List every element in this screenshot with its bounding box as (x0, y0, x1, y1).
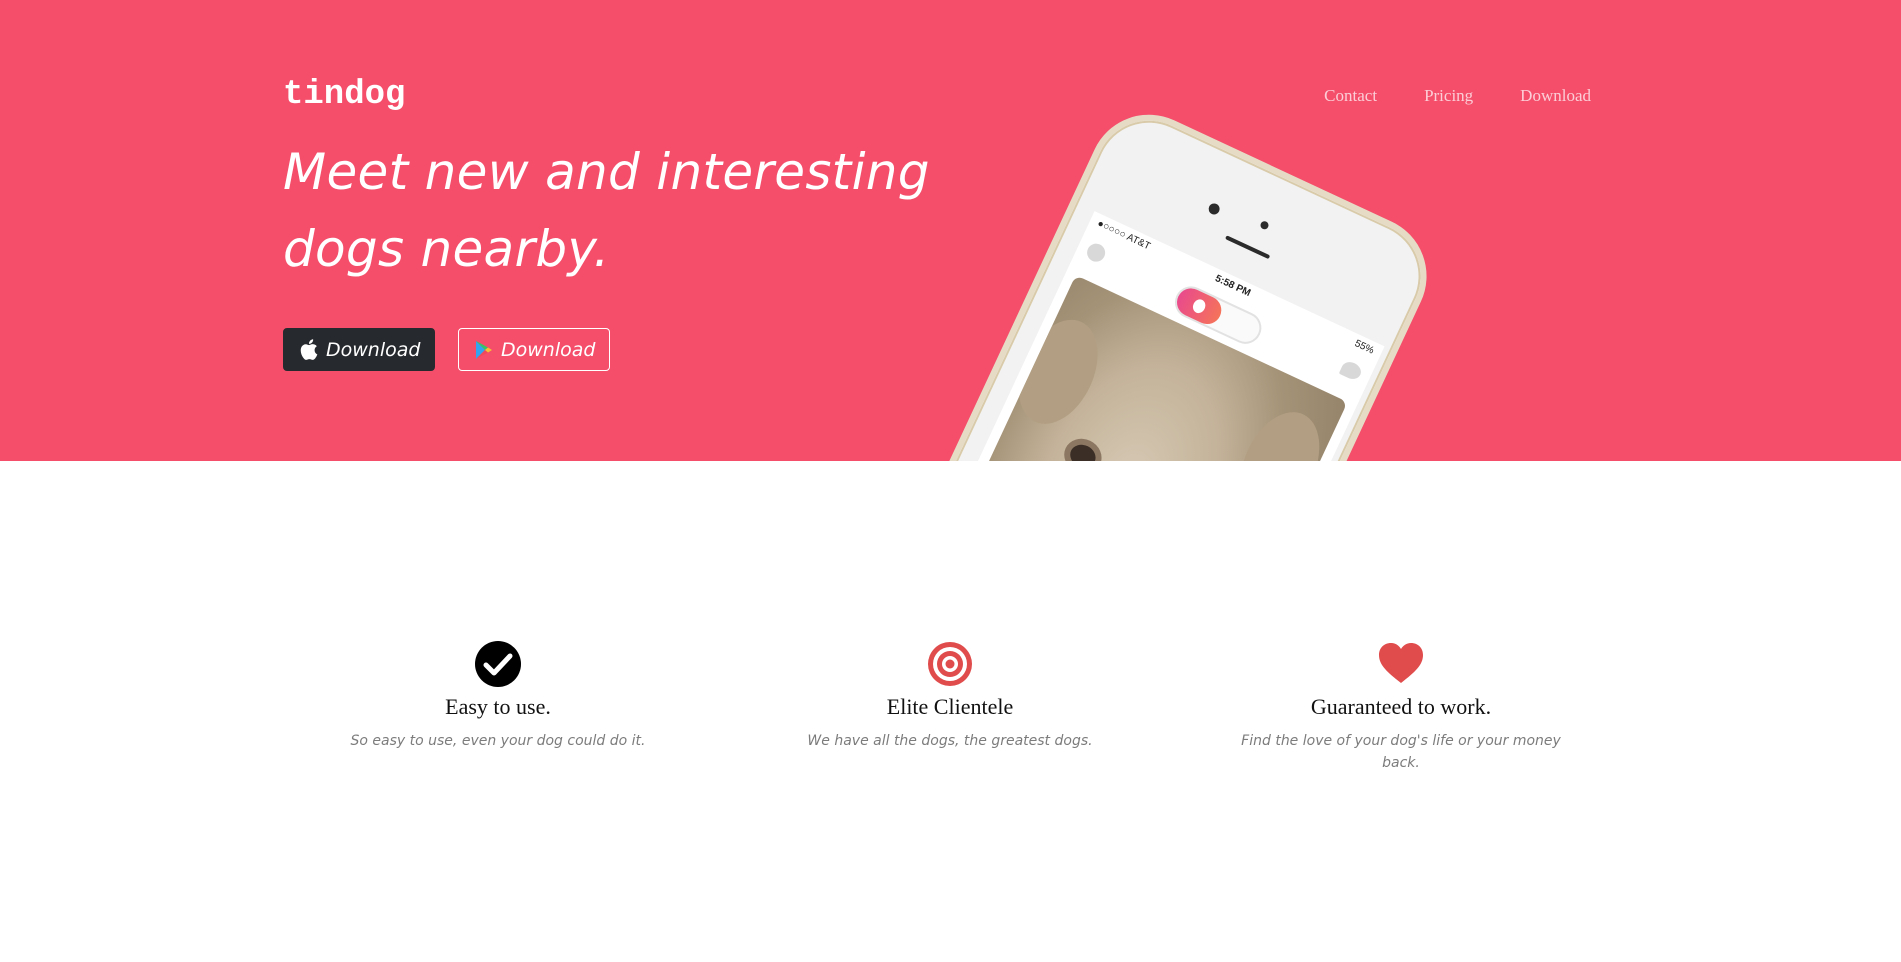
flame-icon (1172, 283, 1226, 329)
dog-ear-left (1003, 307, 1114, 437)
google-play-download-button[interactable]: Download (458, 328, 610, 371)
main-nav: Contact Pricing Download (1324, 86, 1591, 106)
dog-eye-left (1066, 440, 1100, 461)
feature-title: Guaranteed to work. (1310, 694, 1492, 719)
app-store-download-label: Download (326, 338, 421, 361)
check-circle-icon (475, 641, 521, 687)
google-play-icon (475, 339, 493, 361)
feature-easy-to-use: Easy to use. So easy to use, even your d… (328, 640, 668, 752)
phone-sensor (1259, 219, 1270, 231)
chat-icon (1338, 359, 1364, 383)
bullseye-icon (928, 642, 972, 686)
hero-section: tindog Contact Pricing Download Meet new… (0, 0, 1901, 461)
profile-icon (1084, 240, 1109, 265)
heart-icon (1379, 643, 1423, 683)
apple-icon (300, 339, 318, 361)
feature-title: Elite Clientele (886, 694, 1014, 719)
phone-speaker (1225, 235, 1271, 260)
nav-link-download[interactable]: Download (1520, 86, 1591, 106)
brand-logo[interactable]: tindog (283, 76, 405, 114)
google-play-download-label: Download (501, 338, 596, 361)
feature-guaranteed: Guaranteed to work. Find the love of you… (1231, 640, 1571, 774)
feature-text: We have all the dogs, the greatest dogs. (807, 733, 1093, 749)
feature-title: Easy to use. (445, 694, 551, 719)
feature-elite-clientele: Elite Clientele We have all the dogs, th… (780, 640, 1120, 752)
hero-headline: Meet new and interesting dogs nearby. (283, 143, 930, 278)
phone-battery: 55% (1352, 338, 1376, 357)
phone-time: 5:58 PM (1213, 273, 1253, 300)
nav-link-pricing[interactable]: Pricing (1424, 86, 1473, 106)
dog-ear-right (1224, 399, 1335, 461)
feature-text: So easy to use, even your dog could do i… (350, 733, 646, 749)
features-section: Easy to use. So easy to use, even your d… (0, 640, 1901, 800)
phone-camera (1206, 201, 1222, 217)
feature-text: Find the love of your dog's life or your… (1241, 733, 1561, 771)
app-store-download-button[interactable]: Download (283, 328, 435, 371)
nav-link-contact[interactable]: Contact (1324, 86, 1377, 106)
